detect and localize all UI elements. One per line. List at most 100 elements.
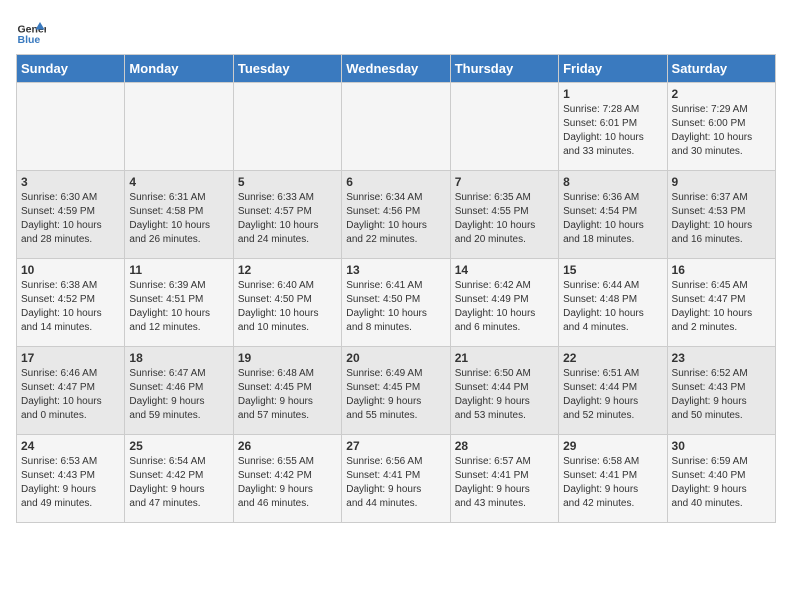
calendar-day-cell: 18 Sunrise: 6:47 AM Sunset: 4:46 PM Dayli… xyxy=(125,347,233,435)
day-info: Sunrise: 6:44 AM Sunset: 4:48 PM Dayligh… xyxy=(563,279,662,335)
day-number: 4 xyxy=(129,175,228,189)
day-info: Sunrise: 6:34 AM Sunset: 4:56 PM Dayligh… xyxy=(346,191,445,247)
day-number: 9 xyxy=(672,175,771,189)
day-info: Sunrise: 6:33 AM Sunset: 4:57 PM Dayligh… xyxy=(238,191,337,247)
calendar-day-cell: 14Sunrise: 6:42 AM Sunset: 4:49 PM Dayli… xyxy=(450,259,558,347)
calendar-day-cell: 10 Sunrise: 6:38 AM Sunset: 4:52 PM Dayli… xyxy=(17,259,125,347)
day-info: Sunrise: 7:28 AM Sunset: 6:01 PM Dayligh… xyxy=(563,103,662,159)
day-info: Sunrise: 6:46 AM Sunset: 4:47 PM Dayligh… xyxy=(21,367,120,423)
day-number: 28 xyxy=(455,439,554,453)
calendar-week-row: 1 Sunrise: 7:28 AM Sunset: 6:01 PM Daylig… xyxy=(17,83,776,171)
calendar-day-cell: 17 Sunrise: 6:46 AM Sunset: 4:47 PM Dayli… xyxy=(17,347,125,435)
day-number: 27 xyxy=(346,439,445,453)
day-number: 18 xyxy=(129,351,228,365)
calendar-header: SundayMondayTuesdayWednesdayThursdayFrid… xyxy=(17,55,776,83)
day-info: Sunrise: 6:50 AM Sunset: 4:44 PM Dayligh… xyxy=(455,367,554,423)
day-number: 30 xyxy=(672,439,771,453)
day-info: Sunrise: 6:31 AM Sunset: 4:58 PM Dayligh… xyxy=(129,191,228,247)
calendar-week-row: 17 Sunrise: 6:46 AM Sunset: 4:47 PM Dayli… xyxy=(17,347,776,435)
day-number: 12 xyxy=(238,263,337,277)
calendar-week-row: 24Sunrise: 6:53 AM Sunset: 4:43 PM Dayli… xyxy=(17,435,776,523)
weekday-header: Sunday xyxy=(17,55,125,83)
calendar-day-cell: 5 Sunrise: 6:33 AM Sunset: 4:57 PM Daylig… xyxy=(233,171,341,259)
calendar-day-cell: 7Sunrise: 6:35 AM Sunset: 4:55 PM Daylig… xyxy=(450,171,558,259)
calendar-day-cell: 1 Sunrise: 7:28 AM Sunset: 6:01 PM Daylig… xyxy=(559,83,667,171)
day-info: Sunrise: 6:30 AM Sunset: 4:59 PM Dayligh… xyxy=(21,191,120,247)
day-info: Sunrise: 6:56 AM Sunset: 4:41 PM Dayligh… xyxy=(346,455,445,511)
day-number: 15 xyxy=(563,263,662,277)
calendar-body: 1 Sunrise: 7:28 AM Sunset: 6:01 PM Daylig… xyxy=(17,83,776,523)
day-number: 23 xyxy=(672,351,771,365)
logo-icon: General Blue xyxy=(16,16,46,46)
calendar-day-cell: 23 Sunrise: 6:52 AM Sunset: 4:43 PM Dayli… xyxy=(667,347,775,435)
day-number: 24 xyxy=(21,439,120,453)
calendar-day-cell: 15 Sunrise: 6:44 AM Sunset: 4:48 PM Dayli… xyxy=(559,259,667,347)
day-info: Sunrise: 6:42 AM Sunset: 4:49 PM Dayligh… xyxy=(455,279,554,335)
page-header: General Blue xyxy=(16,16,776,46)
day-number: 29 xyxy=(563,439,662,453)
calendar-day-cell xyxy=(17,83,125,171)
day-info: Sunrise: 6:55 AM Sunset: 4:42 PM Dayligh… xyxy=(238,455,337,511)
weekday-header: Thursday xyxy=(450,55,558,83)
day-info: Sunrise: 6:48 AM Sunset: 4:45 PM Dayligh… xyxy=(238,367,337,423)
calendar-day-cell: 8 Sunrise: 6:36 AM Sunset: 4:54 PM Daylig… xyxy=(559,171,667,259)
day-number: 17 xyxy=(21,351,120,365)
weekday-header: Tuesday xyxy=(233,55,341,83)
calendar-week-row: 10 Sunrise: 6:38 AM Sunset: 4:52 PM Dayli… xyxy=(17,259,776,347)
day-number: 2 xyxy=(672,87,771,101)
day-number: 3 xyxy=(21,175,120,189)
calendar-day-cell xyxy=(342,83,450,171)
logo: General Blue xyxy=(16,16,46,46)
day-info: Sunrise: 6:51 AM Sunset: 4:44 PM Dayligh… xyxy=(563,367,662,423)
calendar-day-cell: 30 Sunrise: 6:59 AM Sunset: 4:40 PM Dayli… xyxy=(667,435,775,523)
day-info: Sunrise: 6:58 AM Sunset: 4:41 PM Dayligh… xyxy=(563,455,662,511)
calendar-day-cell: 21 Sunrise: 6:50 AM Sunset: 4:44 PM Dayli… xyxy=(450,347,558,435)
day-number: 7 xyxy=(455,175,554,189)
day-number: 21 xyxy=(455,351,554,365)
day-info: Sunrise: 7:29 AM Sunset: 6:00 PM Dayligh… xyxy=(672,103,771,159)
day-number: 8 xyxy=(563,175,662,189)
calendar-day-cell: 13Sunrise: 6:41 AM Sunset: 4:50 PM Dayli… xyxy=(342,259,450,347)
calendar-day-cell: 27 Sunrise: 6:56 AM Sunset: 4:41 PM Dayli… xyxy=(342,435,450,523)
day-info: Sunrise: 6:37 AM Sunset: 4:53 PM Dayligh… xyxy=(672,191,771,247)
weekday-header: Monday xyxy=(125,55,233,83)
day-info: Sunrise: 6:36 AM Sunset: 4:54 PM Dayligh… xyxy=(563,191,662,247)
calendar-day-cell: 4 Sunrise: 6:31 AM Sunset: 4:58 PM Daylig… xyxy=(125,171,233,259)
svg-text:Blue: Blue xyxy=(18,34,41,46)
day-info: Sunrise: 6:45 AM Sunset: 4:47 PM Dayligh… xyxy=(672,279,771,335)
day-info: Sunrise: 6:40 AM Sunset: 4:50 PM Dayligh… xyxy=(238,279,337,335)
day-number: 10 xyxy=(21,263,120,277)
day-number: 5 xyxy=(238,175,337,189)
day-info: Sunrise: 6:49 AM Sunset: 4:45 PM Dayligh… xyxy=(346,367,445,423)
day-info: Sunrise: 6:38 AM Sunset: 4:52 PM Dayligh… xyxy=(21,279,120,335)
day-number: 16 xyxy=(672,263,771,277)
calendar-day-cell: 3 Sunrise: 6:30 AM Sunset: 4:59 PM Daylig… xyxy=(17,171,125,259)
calendar-day-cell xyxy=(233,83,341,171)
weekday-header: Friday xyxy=(559,55,667,83)
calendar-day-cell: 24Sunrise: 6:53 AM Sunset: 4:43 PM Dayli… xyxy=(17,435,125,523)
weekday-header: Wednesday xyxy=(342,55,450,83)
day-info: Sunrise: 6:47 AM Sunset: 4:46 PM Dayligh… xyxy=(129,367,228,423)
day-number: 19 xyxy=(238,351,337,365)
calendar-day-cell: 29 Sunrise: 6:58 AM Sunset: 4:41 PM Dayli… xyxy=(559,435,667,523)
calendar-day-cell: 11 Sunrise: 6:39 AM Sunset: 4:51 PM Dayli… xyxy=(125,259,233,347)
calendar-day-cell: 22Sunrise: 6:51 AM Sunset: 4:44 PM Dayli… xyxy=(559,347,667,435)
day-number: 20 xyxy=(346,351,445,365)
day-number: 11 xyxy=(129,263,228,277)
day-info: Sunrise: 6:39 AM Sunset: 4:51 PM Dayligh… xyxy=(129,279,228,335)
day-number: 6 xyxy=(346,175,445,189)
calendar-day-cell: 16 Sunrise: 6:45 AM Sunset: 4:47 PM Dayli… xyxy=(667,259,775,347)
day-number: 13 xyxy=(346,263,445,277)
calendar-day-cell: 25Sunrise: 6:54 AM Sunset: 4:42 PM Dayli… xyxy=(125,435,233,523)
calendar-table: SundayMondayTuesdayWednesdayThursdayFrid… xyxy=(16,54,776,523)
weekday-header: Saturday xyxy=(667,55,775,83)
calendar-day-cell: 26Sunrise: 6:55 AM Sunset: 4:42 PM Dayli… xyxy=(233,435,341,523)
calendar-day-cell: 20 Sunrise: 6:49 AM Sunset: 4:45 PM Dayli… xyxy=(342,347,450,435)
day-number: 1 xyxy=(563,87,662,101)
calendar-day-cell: 2 Sunrise: 7:29 AM Sunset: 6:00 PM Daylig… xyxy=(667,83,775,171)
day-info: Sunrise: 6:57 AM Sunset: 4:41 PM Dayligh… xyxy=(455,455,554,511)
day-info: Sunrise: 6:52 AM Sunset: 4:43 PM Dayligh… xyxy=(672,367,771,423)
day-info: Sunrise: 6:59 AM Sunset: 4:40 PM Dayligh… xyxy=(672,455,771,511)
calendar-day-cell: 19 Sunrise: 6:48 AM Sunset: 4:45 PM Dayli… xyxy=(233,347,341,435)
day-info: Sunrise: 6:54 AM Sunset: 4:42 PM Dayligh… xyxy=(129,455,228,511)
